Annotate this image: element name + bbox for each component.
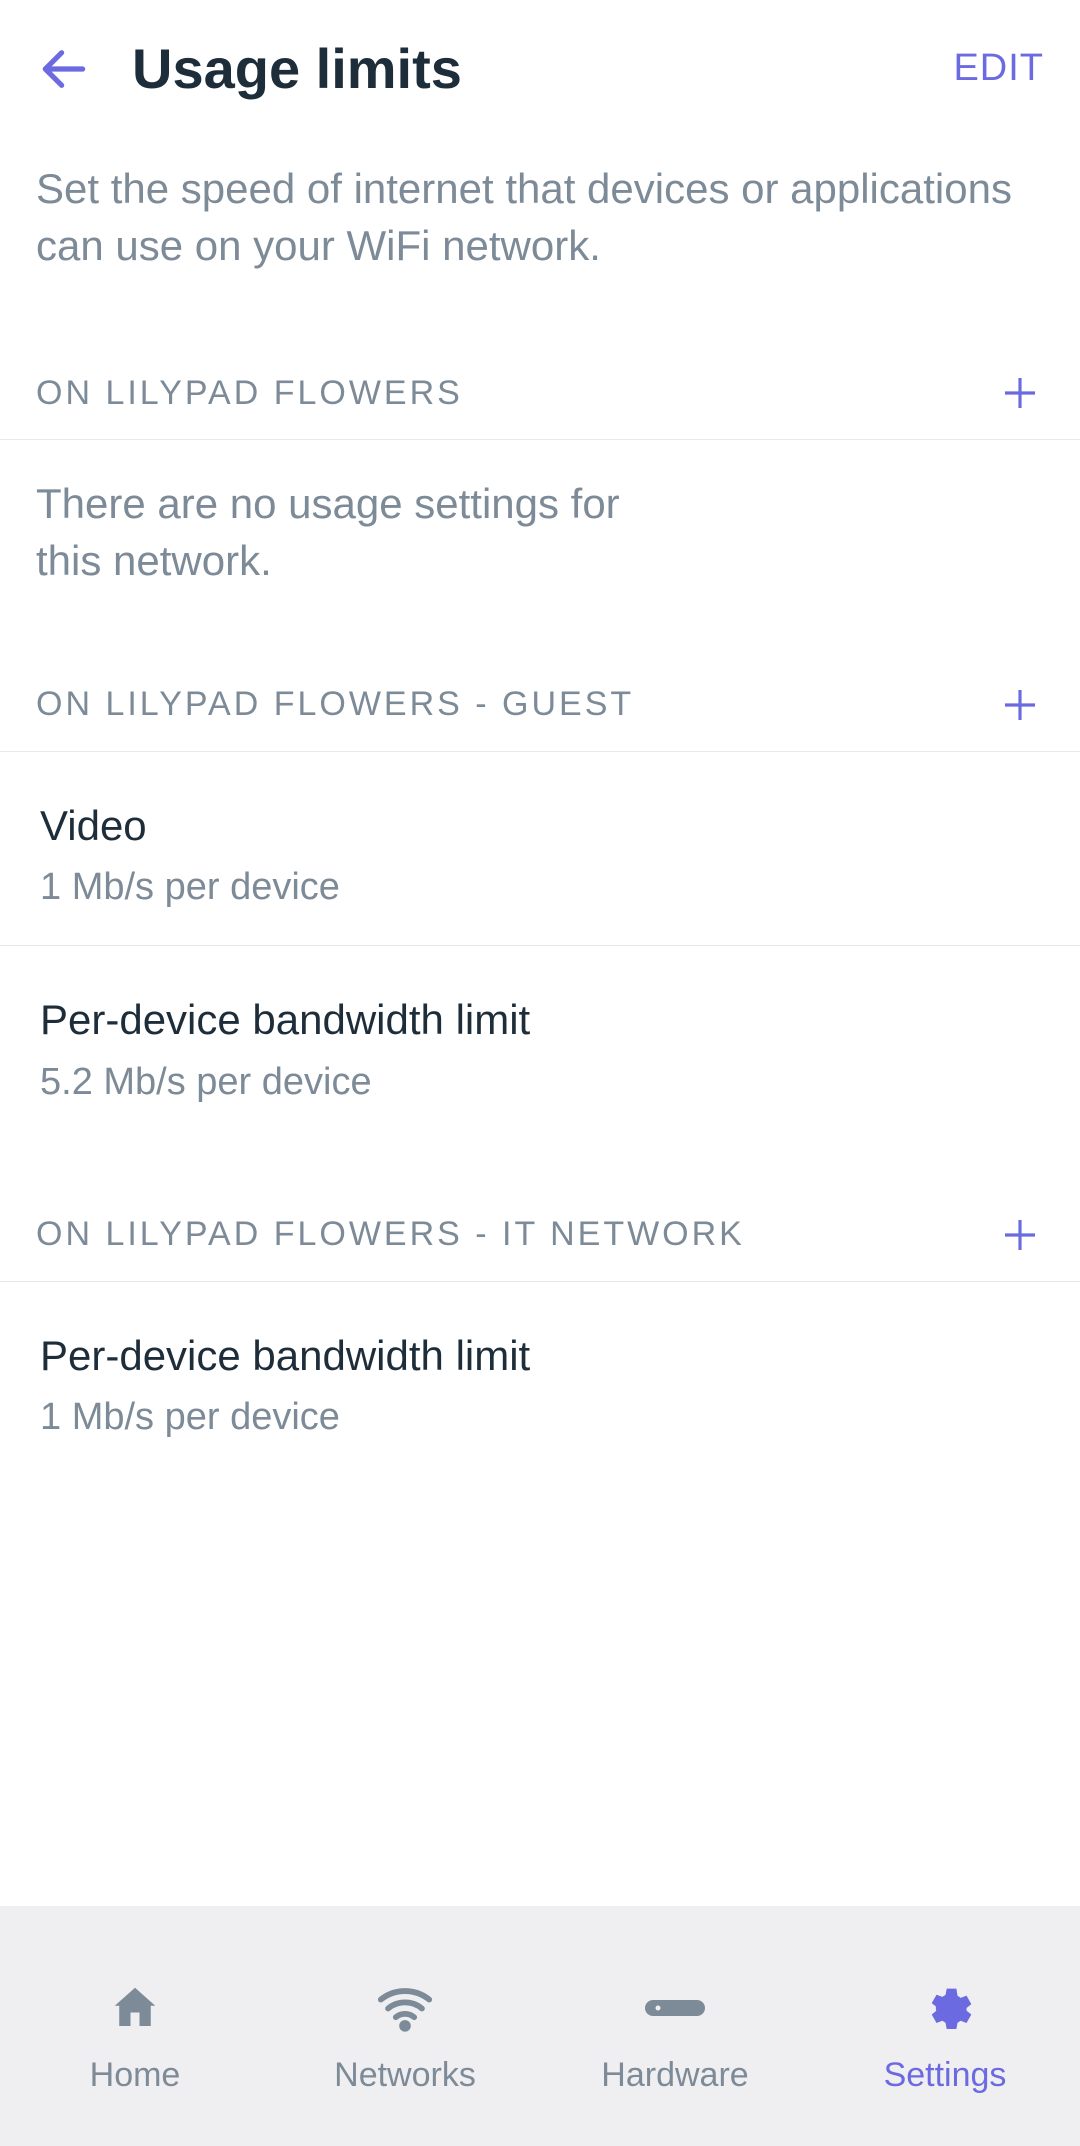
section-label: ON LILYPAD FLOWERS - GUEST [36,685,634,724]
section-label: ON LILYPAD FLOWERS [36,374,463,413]
hardware-icon [643,1976,707,2040]
limit-title: Per-device bandwidth limit [40,994,600,1047]
gear-icon [913,1976,977,2040]
nav-hardware[interactable]: Hardware [540,1906,810,2146]
section-header-lilypad-flowers-it: ON LILYPAD FLOWERS - IT NETWORK [0,1180,1080,1282]
back-icon[interactable] [36,41,92,97]
nav-label: Home [90,2056,181,2095]
plus-icon[interactable] [1000,1215,1040,1255]
nav-label: Hardware [601,2056,748,2095]
nav-networks[interactable]: Networks [270,1906,540,2146]
wifi-icon [373,1976,437,2040]
home-icon [103,1976,167,2040]
edit-button[interactable]: EDIT [953,47,1044,90]
empty-message: There are no usage settings for this net… [0,440,680,625]
limit-item-per-device[interactable]: Per-device bandwidth limit 5.2 Mb/s per … [0,946,1080,1140]
plus-icon[interactable] [1000,685,1040,725]
plus-icon[interactable] [1000,373,1040,413]
limit-title: Per-device bandwidth limit [40,1330,600,1383]
section-header-lilypad-flowers-guest: ON LILYPAD FLOWERS - GUEST [0,650,1080,752]
nav-home[interactable]: Home [0,1906,270,2146]
page-title: Usage limits [132,36,913,101]
limit-item-per-device[interactable]: Per-device bandwidth limit 1 Mb/s per de… [0,1282,1080,1476]
section-header-lilypad-flowers: ON LILYPAD FLOWERS [0,338,1080,440]
limit-title: Video [40,800,600,853]
limit-item-video[interactable]: Video 1 Mb/s per device [0,752,1080,947]
nav-settings[interactable]: Settings [810,1906,1080,2146]
bottom-nav: Home Networks Hardware Settings [0,1906,1080,2146]
limit-subtext: 5.2 Mb/s per device [40,1061,1044,1104]
nav-label: Settings [884,2056,1007,2095]
page-description: Set the speed of internet that devices o… [0,131,1080,314]
header: Usage limits EDIT [0,0,1080,131]
section-label: ON LILYPAD FLOWERS - IT NETWORK [36,1215,745,1254]
limit-subtext: 1 Mb/s per device [40,1396,1044,1439]
limit-subtext: 1 Mb/s per device [40,866,1044,909]
nav-label: Networks [334,2056,476,2095]
